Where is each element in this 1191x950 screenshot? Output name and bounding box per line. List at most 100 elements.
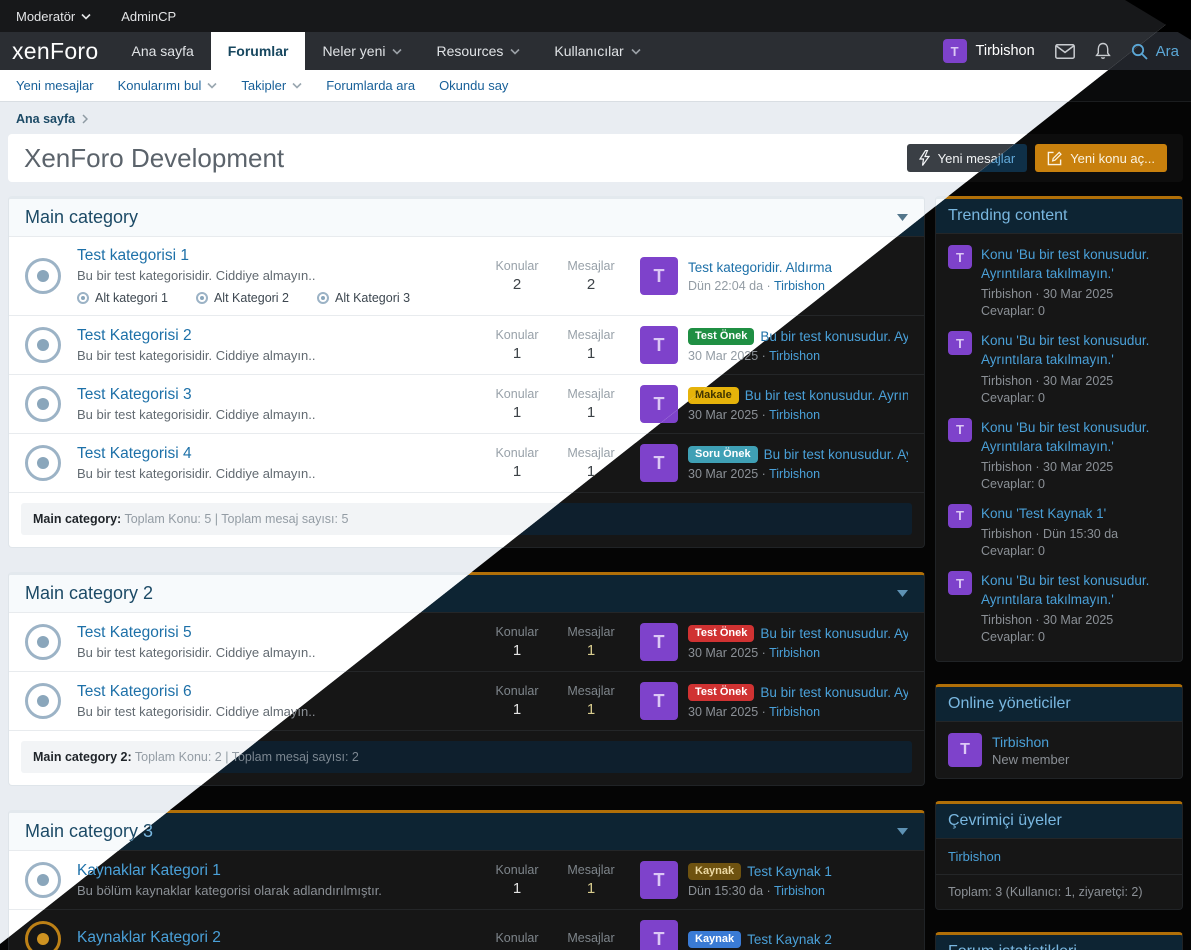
forum-title-link[interactable]: Test Kategorisi 2 — [77, 327, 192, 345]
trending-item-title[interactable]: Konu 'Bu bir test konusudur. Ayrıntılara… — [981, 571, 1170, 609]
moderator-menu[interactable]: Moderatör — [16, 9, 91, 24]
breadcrumb-home[interactable]: Ana sayfa — [16, 112, 75, 126]
forum-description: Bu bir test kategorisidir. Ciddiye almay… — [77, 268, 480, 283]
trending-item-info: Konu 'Bu bir test konusudur. Ayrıntılara… — [981, 245, 1170, 318]
moderator-bar: Moderatör AdminCP — [0, 0, 1191, 32]
messages-stat-value: 1 — [554, 642, 628, 659]
last-post-title[interactable]: Soru ÖnekBu bir test konusudur. Ay... — [688, 446, 908, 463]
last-post-title[interactable]: KaynakTest Kaynak 1 — [688, 863, 832, 880]
trending-item: T Konu 'Bu bir test konusudur. Ayrıntılar… — [948, 245, 1170, 318]
category-title: Main category — [25, 207, 138, 228]
tab-label: Forumlar — [228, 43, 289, 59]
topics-stat-label: Konular — [480, 387, 554, 401]
last-post-title[interactable]: Test ÖnekBu bir test konusudur. Ay... — [688, 625, 908, 642]
logo[interactable]: xenForo — [12, 32, 98, 70]
avatar[interactable]: T — [948, 331, 972, 355]
collapse-chevron-icon — [897, 214, 908, 221]
topics-stat: Konular1 — [480, 863, 554, 897]
trending-item-title[interactable]: Konu 'Bu bir test konusudur. Ayrıntılara… — [981, 331, 1170, 369]
forum-title-link[interactable]: Test Kategorisi 5 — [77, 624, 192, 642]
online-members-total: Toplam: 3 (Kullanıcı: 1, ziyaretçi: 2) — [936, 874, 1182, 909]
user-menu[interactable]: T Tirbishon — [943, 39, 1035, 63]
collapse-chevron-icon — [897, 828, 908, 835]
avatar[interactable]: T — [948, 245, 972, 269]
subnav-takipler[interactable]: Takipler — [241, 78, 302, 93]
avatar[interactable]: T — [640, 861, 678, 899]
trending-item-info: Konu 'Bu bir test konusudur. Ayrıntılara… — [981, 418, 1170, 491]
avatar[interactable]: T — [640, 326, 678, 364]
subnav-label: Okundu say — [439, 78, 508, 93]
forum-node-icon — [25, 683, 61, 719]
subnav-yeni-mesajlar[interactable]: Yeni mesajlar — [16, 78, 94, 93]
subforum-link[interactable]: Alt kategori 1 — [77, 291, 168, 305]
admincp-link[interactable]: AdminCP — [121, 9, 176, 24]
trending-item-title[interactable]: Konu 'Bu bir test konusudur. Ayrıntılara… — [981, 418, 1170, 456]
tab-forumlar[interactable]: Forumlar — [211, 32, 306, 70]
online-members-section: Çevrimiçi üyeler Tirbishon Toplam: 3 (Ku… — [935, 801, 1183, 910]
avatar[interactable]: T — [640, 257, 678, 295]
screenshot-stage: Moderatör AdminCP xenForo Ana sayfa Foruml… — [0, 0, 1191, 950]
last-post-user-link[interactable]: Tirbishon — [769, 349, 820, 363]
new-topic-button[interactable]: Yeni konu aç... — [1035, 144, 1167, 172]
messages-stat-value: 1 — [554, 880, 628, 897]
last-post-info: Soru ÖnekBu bir test konusudur. Ay...30 … — [688, 446, 908, 481]
last-post-user-link[interactable]: Tirbishon — [774, 884, 825, 898]
topics-stat-label: Konular — [480, 863, 554, 877]
tab-ana-sayfa[interactable]: Ana sayfa — [114, 32, 210, 70]
forum-title-link[interactable]: Test Kategorisi 4 — [77, 445, 192, 463]
avatar[interactable]: T — [948, 504, 972, 528]
avatar[interactable]: T — [640, 444, 678, 482]
last-post-user-link[interactable]: Tirbishon — [769, 705, 820, 719]
last-post-title[interactable]: Test ÖnekBu bir test konusudur. Ay... — [688, 684, 908, 701]
topics-stat: Konular1 — [480, 387, 554, 421]
topics-stat-value: 2 — [480, 276, 554, 293]
forum-title-link[interactable]: Test Kategorisi 6 — [77, 683, 192, 701]
subnav-konular-m-bul[interactable]: Konularımı bul — [118, 78, 218, 93]
last-post-user-link[interactable]: Tirbishon — [769, 646, 820, 660]
breadcrumb: Ana sayfa — [8, 102, 1183, 134]
subnav-forumlarda-ara[interactable]: Forumlarda ara — [326, 78, 415, 93]
online-mod-name[interactable]: Tirbishon — [992, 734, 1069, 750]
node-dot — [37, 695, 49, 707]
avatar[interactable]: T — [948, 418, 972, 442]
topics-stat: Konular1 — [480, 446, 554, 480]
bell-icon[interactable] — [1095, 42, 1111, 60]
avatar[interactable]: T — [640, 682, 678, 720]
subnav-okundu-say[interactable]: Okundu say — [439, 78, 508, 93]
tab-resources[interactable]: Resources — [419, 32, 537, 70]
avatar[interactable]: T — [943, 39, 967, 63]
avatar[interactable]: T — [948, 733, 982, 767]
last-post-title[interactable]: KaynakTest Kaynak 2 — [688, 931, 832, 948]
last-post-user-link[interactable]: Tirbishon — [769, 408, 820, 422]
topics-stat: Konular1 — [480, 328, 554, 362]
topic-prefix-badge: Test Önek — [688, 625, 754, 642]
topic-prefix-badge: Test Önek — [688, 684, 754, 701]
last-post-title[interactable]: Test kategoridir. Aldırma — [688, 260, 832, 275]
topics-stat-value: 1 — [480, 642, 554, 659]
avatar[interactable]: T — [948, 571, 972, 595]
avatar[interactable]: T — [640, 920, 678, 950]
last-post-title-text: Test Kaynak 1 — [747, 864, 832, 879]
online-mod-user: T Tirbishon New member — [936, 722, 1182, 778]
trending-item-replies: Cevaplar: 0 — [981, 477, 1170, 491]
trending-item-replies: Cevaplar: 0 — [981, 630, 1170, 644]
online-member-name[interactable]: Tirbishon — [936, 839, 1182, 874]
last-post-user-link[interactable]: Tirbishon — [774, 279, 825, 293]
tab-neler-yeni[interactable]: Neler yeni — [305, 32, 419, 70]
last-post-user-link[interactable]: Tirbishon — [769, 467, 820, 481]
avatar[interactable]: T — [640, 623, 678, 661]
forum-title-link[interactable]: Kaynaklar Kategori 2 — [77, 929, 221, 947]
last-post-title[interactable]: MakaleBu bir test konusudur. Ayrın... — [688, 387, 908, 404]
trending-item-title[interactable]: Konu 'Bu bir test konusudur. Ayrıntılara… — [981, 245, 1170, 283]
forum-title-link[interactable]: Test kategorisi 1 — [77, 247, 189, 265]
messages-stat: Mesajlar1 — [554, 387, 628, 421]
chevron-right-icon — [82, 114, 88, 124]
trending-item-title[interactable]: Konu 'Test Kaynak 1' — [981, 504, 1118, 523]
trending-item-info: Konu 'Bu bir test konusudur. Ayrıntılara… — [981, 331, 1170, 404]
tab-kullan-c-lar[interactable]: Kullanıcılar — [537, 32, 657, 70]
messages-stat: Mesajlar1 — [554, 863, 628, 897]
forum-title-link[interactable]: Test Kategorisi 3 — [77, 386, 192, 404]
subforum-link[interactable]: Alt Kategori 2 — [196, 291, 289, 305]
mail-icon[interactable] — [1055, 44, 1075, 59]
subforum-link[interactable]: Alt Kategori 3 — [317, 291, 410, 305]
